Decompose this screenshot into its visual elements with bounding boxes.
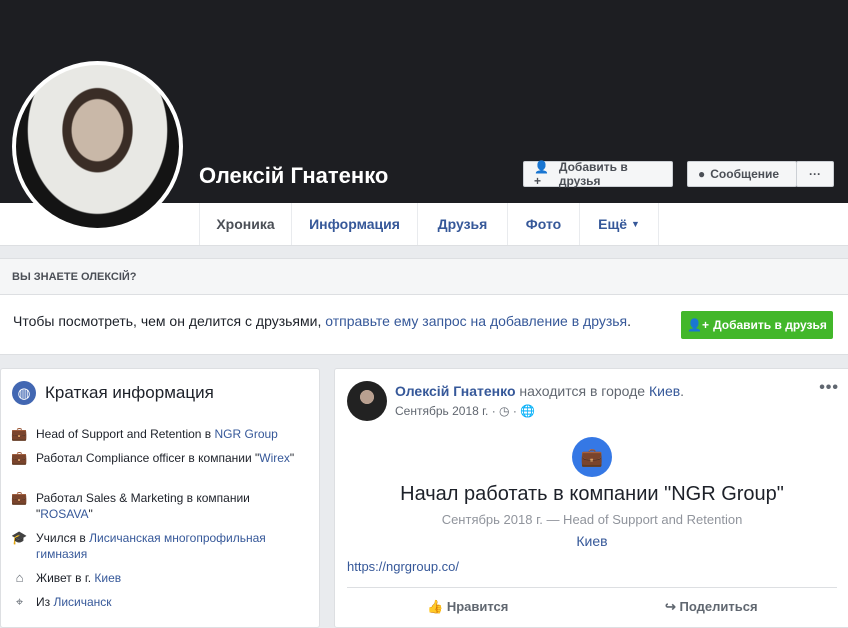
add-friend-green-button[interactable]: 👤+ Добавить в друзья — [681, 311, 833, 339]
clock-icon: ◷ — [499, 404, 510, 418]
post-author-avatar[interactable] — [347, 381, 387, 421]
intro-item: 💼 Head of Support and Retention в NGR Gro… — [11, 426, 278, 441]
add-friend-icon: 👤+ — [534, 160, 549, 188]
briefcase-icon: 💼 — [11, 450, 28, 465]
do-you-know-title: ВЫ ЗНАЕТЕ ОЛЕКСІЙ? — [0, 259, 848, 295]
intro-title: Краткая информация — [45, 383, 214, 402]
home-icon: ⌂ — [15, 570, 24, 585]
caret-down-icon: ▼ — [630, 219, 640, 229]
event-place-link[interactable]: Киев — [576, 533, 607, 549]
tab-timeline[interactable]: Хроника — [199, 203, 292, 245]
briefcase-icon: 💼 — [11, 490, 28, 505]
post-place-link[interactable]: Киев — [649, 383, 680, 399]
intro-item: 🎓 Учился в Лисичанская многопрофильная ги… — [11, 530, 266, 561]
globe-icon: 🌐 — [520, 404, 536, 418]
event-subtitle: Сентябрь 2018 г. — Head of Support and R… — [441, 512, 743, 527]
post-options-button[interactable]: ••• — [819, 379, 839, 397]
add-friend-icon: 👤+ — [687, 318, 710, 332]
post-url-link[interactable]: https://ngrgroup.co/ — [347, 559, 459, 574]
location-pin-icon: ⌖ — [15, 594, 24, 609]
post-author[interactable]: Олексій Гнатенко — [395, 383, 516, 399]
briefcase-icon: 💼 — [11, 426, 28, 441]
send-request-link[interactable]: отправьте ему запрос на добавление в дру… — [325, 313, 627, 329]
intro-item: ⌂ Живет в г. Киев — [11, 570, 301, 586]
share-button[interactable]: ↪ Поделиться — [665, 599, 758, 615]
event-title: Начал работать в компании "NGR Group" — [400, 483, 784, 505]
intro-item: 💼 Работал Compliance officer в компании "… — [11, 450, 295, 465]
like-button[interactable]: 👍 Нравится — [427, 599, 508, 615]
intro-card: ◍ Краткая информация 💼 Head of Support and… — [0, 368, 320, 628]
messenger-icon: ● — [698, 167, 706, 181]
tab-photos[interactable]: Фото — [508, 203, 580, 245]
profile-name[interactable]: Олексій Гнатенко — [199, 163, 388, 189]
intro-item: ⌖ Из Лисичанск — [11, 594, 301, 610]
profile-picture[interactable] — [12, 61, 183, 232]
post-card: Олексій Гнатенко находится в городе Киев… — [334, 368, 848, 628]
graduation-cap-icon: 🎓 — [11, 530, 28, 545]
message-button[interactable]: ● Сообщение — [687, 161, 797, 187]
do-you-know-box: ВЫ ЗНАЕТЕ ОЛЕКСІЙ? Чтобы посмотреть, чем… — [0, 258, 848, 355]
post-date[interactable]: Сентябрь 2018 г. — [395, 404, 488, 418]
tab-more[interactable]: Ещё ▼ — [580, 203, 659, 245]
briefcase-icon: 💼 — [572, 437, 612, 477]
tab-friends[interactable]: Друзья — [418, 203, 508, 245]
tab-about[interactable]: Информация — [292, 203, 418, 245]
add-friend-button[interactable]: 👤+ Добавить в друзья — [523, 160, 673, 188]
globe-icon: ◍ — [12, 381, 36, 405]
intro-item: 💼 Работал Sales & Marketing в компании "R… — [11, 490, 250, 521]
more-options-button[interactable]: ··· — [796, 161, 834, 187]
